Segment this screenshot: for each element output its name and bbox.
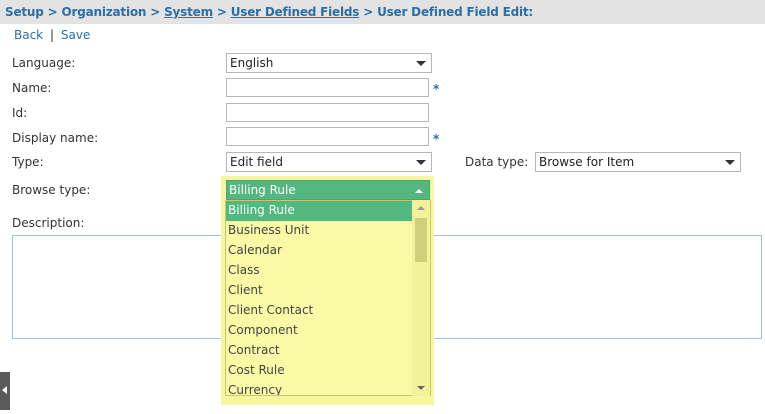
data-type-label: Data type:: [465, 155, 529, 169]
action-bar: Back | Save: [14, 28, 90, 42]
dropdown-option[interactable]: Contract: [226, 341, 414, 361]
breadcrumb-separator: >: [363, 5, 374, 19]
chevron-up-icon: [415, 189, 423, 193]
dropdown-option[interactable]: Calendar: [226, 241, 414, 261]
dropdown-option[interactable]: Billing Rule: [226, 201, 414, 221]
display-name-label: Display name:: [12, 131, 99, 145]
breadcrumb-system[interactable]: System: [164, 5, 213, 19]
breadcrumb-separator: >: [150, 5, 161, 19]
dropdown-option[interactable]: Currency: [226, 381, 414, 395]
dropdown-option[interactable]: Business Unit: [226, 221, 414, 241]
dropdown-option[interactable]: Client Contact: [226, 301, 414, 321]
type-select[interactable]: Edit field: [226, 152, 432, 172]
breadcrumb-current: User Defined Field Edit:: [377, 5, 534, 19]
language-select-value: English: [230, 56, 274, 70]
breadcrumb-separator: >: [216, 5, 227, 19]
name-label: Name:: [12, 81, 52, 95]
type-select-value: Edit field: [230, 155, 283, 169]
browse-type-select[interactable]: Billing Rule: [226, 180, 430, 200]
display-name-required-marker: *: [433, 132, 440, 146]
id-input[interactable]: [226, 103, 429, 122]
browse-type-label: Browse type:: [12, 183, 91, 197]
dropdown-option[interactable]: Client: [226, 281, 414, 301]
dropdown-option[interactable]: Class: [226, 261, 414, 281]
dropdown-option[interactable]: Cost Rule: [226, 361, 414, 381]
data-type-select[interactable]: Browse for Item: [535, 152, 741, 172]
dropdown-scrollbar[interactable]: [412, 200, 430, 396]
chevron-down-icon: [416, 160, 426, 165]
scroll-up-icon[interactable]: [417, 206, 425, 210]
browse-type-options-list: Billing Rule Business Unit Calendar Class Cl…: [225, 200, 431, 396]
action-separator: |: [49, 28, 55, 42]
dropdown-option[interactable]: Component: [226, 321, 414, 341]
chevron-left-icon: [2, 386, 7, 394]
scroll-down-icon[interactable]: [417, 386, 425, 390]
data-type-select-value: Browse for Item: [539, 155, 635, 169]
breadcrumb-separator: >: [47, 5, 58, 19]
chevron-down-icon: [725, 160, 735, 165]
name-input[interactable]: [226, 78, 429, 97]
language-select[interactable]: English: [226, 53, 432, 73]
save-link[interactable]: Save: [61, 28, 90, 42]
browse-type-select-value: Billing Rule: [229, 183, 296, 197]
language-label: Language:: [12, 56, 76, 70]
type-label: Type:: [12, 155, 44, 169]
name-required-marker: *: [433, 82, 440, 96]
id-label: Id:: [12, 106, 28, 120]
display-name-input[interactable]: [226, 127, 429, 146]
breadcrumb-setup[interactable]: Setup: [5, 5, 44, 19]
breadcrumb-user-defined-fields[interactable]: User Defined Fields: [231, 5, 360, 19]
back-link[interactable]: Back: [14, 28, 43, 42]
scroll-thumb[interactable]: [415, 218, 427, 262]
description-label: Description:: [12, 216, 85, 230]
collapse-panel-handle[interactable]: [0, 372, 10, 410]
chevron-down-icon: [416, 61, 426, 66]
breadcrumb: Setup > Organization > System > User Def…: [0, 0, 765, 24]
breadcrumb-organization[interactable]: Organization: [61, 5, 146, 19]
